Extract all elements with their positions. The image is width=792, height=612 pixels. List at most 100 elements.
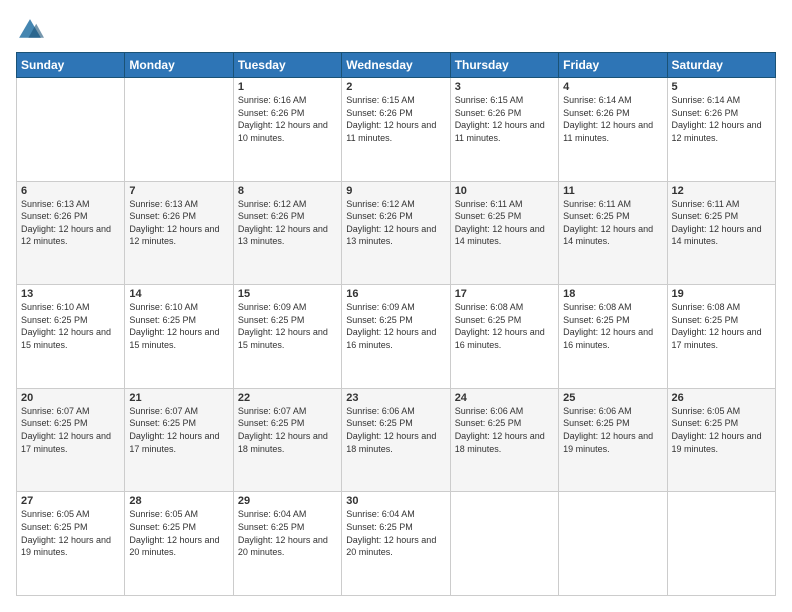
day-info: Sunrise: 6:08 AM Sunset: 6:25 PM Dayligh… (455, 301, 554, 351)
calendar-table: SundayMondayTuesdayWednesdayThursdayFrid… (16, 52, 776, 596)
day-info: Sunrise: 6:06 AM Sunset: 6:25 PM Dayligh… (563, 405, 662, 455)
calendar-day-cell (450, 492, 558, 596)
day-number: 13 (21, 288, 120, 300)
calendar-day-cell: 11Sunrise: 6:11 AM Sunset: 6:25 PM Dayli… (559, 181, 667, 285)
day-number: 26 (672, 392, 771, 404)
calendar-day-header: Friday (559, 53, 667, 78)
calendar-day-cell: 20Sunrise: 6:07 AM Sunset: 6:25 PM Dayli… (17, 388, 125, 492)
calendar-day-header: Tuesday (233, 53, 341, 78)
day-info: Sunrise: 6:05 AM Sunset: 6:25 PM Dayligh… (21, 508, 120, 558)
day-info: Sunrise: 6:15 AM Sunset: 6:26 PM Dayligh… (346, 94, 445, 144)
day-info: Sunrise: 6:13 AM Sunset: 6:26 PM Dayligh… (129, 198, 228, 248)
day-info: Sunrise: 6:10 AM Sunset: 6:25 PM Dayligh… (129, 301, 228, 351)
calendar-day-cell: 27Sunrise: 6:05 AM Sunset: 6:25 PM Dayli… (17, 492, 125, 596)
day-info: Sunrise: 6:06 AM Sunset: 6:25 PM Dayligh… (455, 405, 554, 455)
calendar-day-cell: 9Sunrise: 6:12 AM Sunset: 6:26 PM Daylig… (342, 181, 450, 285)
day-number: 16 (346, 288, 445, 300)
day-info: Sunrise: 6:06 AM Sunset: 6:25 PM Dayligh… (346, 405, 445, 455)
day-number: 21 (129, 392, 228, 404)
day-info: Sunrise: 6:14 AM Sunset: 6:26 PM Dayligh… (563, 94, 662, 144)
day-number: 22 (238, 392, 337, 404)
day-number: 18 (563, 288, 662, 300)
day-number: 3 (455, 81, 554, 93)
calendar-day-cell: 22Sunrise: 6:07 AM Sunset: 6:25 PM Dayli… (233, 388, 341, 492)
day-number: 17 (455, 288, 554, 300)
calendar-day-cell: 5Sunrise: 6:14 AM Sunset: 6:26 PM Daylig… (667, 78, 775, 182)
day-info: Sunrise: 6:07 AM Sunset: 6:25 PM Dayligh… (238, 405, 337, 455)
calendar-day-cell: 10Sunrise: 6:11 AM Sunset: 6:25 PM Dayli… (450, 181, 558, 285)
calendar-day-cell: 18Sunrise: 6:08 AM Sunset: 6:25 PM Dayli… (559, 285, 667, 389)
day-info: Sunrise: 6:05 AM Sunset: 6:25 PM Dayligh… (672, 405, 771, 455)
calendar-day-cell: 4Sunrise: 6:14 AM Sunset: 6:26 PM Daylig… (559, 78, 667, 182)
day-info: Sunrise: 6:14 AM Sunset: 6:26 PM Dayligh… (672, 94, 771, 144)
calendar-header-row: SundayMondayTuesdayWednesdayThursdayFrid… (17, 53, 776, 78)
day-number: 27 (21, 495, 120, 507)
calendar-day-cell: 3Sunrise: 6:15 AM Sunset: 6:26 PM Daylig… (450, 78, 558, 182)
calendar-day-cell (125, 78, 233, 182)
calendar-day-cell: 7Sunrise: 6:13 AM Sunset: 6:26 PM Daylig… (125, 181, 233, 285)
calendar-week-row: 1Sunrise: 6:16 AM Sunset: 6:26 PM Daylig… (17, 78, 776, 182)
day-number: 6 (21, 185, 120, 197)
calendar-day-cell (559, 492, 667, 596)
calendar-day-cell: 24Sunrise: 6:06 AM Sunset: 6:25 PM Dayli… (450, 388, 558, 492)
day-number: 2 (346, 81, 445, 93)
day-number: 11 (563, 185, 662, 197)
day-info: Sunrise: 6:11 AM Sunset: 6:25 PM Dayligh… (672, 198, 771, 248)
day-info: Sunrise: 6:04 AM Sunset: 6:25 PM Dayligh… (346, 508, 445, 558)
day-info: Sunrise: 6:08 AM Sunset: 6:25 PM Dayligh… (563, 301, 662, 351)
day-number: 10 (455, 185, 554, 197)
day-number: 28 (129, 495, 228, 507)
calendar-week-row: 13 Sunrise: 6:10 AM Sunset: 6:25 PM Dayli… (17, 285, 776, 389)
day-number: 29 (238, 495, 337, 507)
day-number: 9 (346, 185, 445, 197)
day-number: 8 (238, 185, 337, 197)
day-info: Sunrise: 6:04 AM Sunset: 6:25 PM Dayligh… (238, 508, 337, 558)
day-number: 7 (129, 185, 228, 197)
day-number: 25 (563, 392, 662, 404)
day-info: Sunrise: 6:12 AM Sunset: 6:26 PM Dayligh… (346, 198, 445, 248)
day-number: 15 (238, 288, 337, 300)
calendar-day-cell: 23Sunrise: 6:06 AM Sunset: 6:25 PM Dayli… (342, 388, 450, 492)
day-number: 24 (455, 392, 554, 404)
calendar-day-cell: 15Sunrise: 6:09 AM Sunset: 6:25 PM Dayli… (233, 285, 341, 389)
calendar-day-cell: 28Sunrise: 6:05 AM Sunset: 6:25 PM Dayli… (125, 492, 233, 596)
day-info: Sunrise: 6:11 AM Sunset: 6:25 PM Dayligh… (455, 198, 554, 248)
calendar-day-cell: 12Sunrise: 6:11 AM Sunset: 6:25 PM Dayli… (667, 181, 775, 285)
calendar-day-cell: 16Sunrise: 6:09 AM Sunset: 6:25 PM Dayli… (342, 285, 450, 389)
calendar-day-header: Sunday (17, 53, 125, 78)
calendar-day-cell: 29Sunrise: 6:04 AM Sunset: 6:25 PM Dayli… (233, 492, 341, 596)
calendar-day-cell: 8Sunrise: 6:12 AM Sunset: 6:26 PM Daylig… (233, 181, 341, 285)
calendar-day-cell: 30Sunrise: 6:04 AM Sunset: 6:25 PM Dayli… (342, 492, 450, 596)
calendar-day-header: Saturday (667, 53, 775, 78)
calendar-day-cell: 2Sunrise: 6:15 AM Sunset: 6:26 PM Daylig… (342, 78, 450, 182)
calendar-day-cell: 6Sunrise: 6:13 AM Sunset: 6:26 PM Daylig… (17, 181, 125, 285)
calendar-day-cell: 19Sunrise: 6:08 AM Sunset: 6:25 PM Dayli… (667, 285, 775, 389)
day-number: 5 (672, 81, 771, 93)
calendar-week-row: 20Sunrise: 6:07 AM Sunset: 6:25 PM Dayli… (17, 388, 776, 492)
day-info: Sunrise: 6:15 AM Sunset: 6:26 PM Dayligh… (455, 94, 554, 144)
day-info: Sunrise: 6:08 AM Sunset: 6:25 PM Dayligh… (672, 301, 771, 351)
day-number: 14 (129, 288, 228, 300)
calendar-day-cell: 1Sunrise: 6:16 AM Sunset: 6:26 PM Daylig… (233, 78, 341, 182)
day-number: 12 (672, 185, 771, 197)
calendar-day-cell (667, 492, 775, 596)
day-number: 19 (672, 288, 771, 300)
calendar-day-cell: 14Sunrise: 6:10 AM Sunset: 6:25 PM Dayli… (125, 285, 233, 389)
calendar-day-header: Thursday (450, 53, 558, 78)
calendar-day-header: Wednesday (342, 53, 450, 78)
day-info: Sunrise: 6:12 AM Sunset: 6:26 PM Dayligh… (238, 198, 337, 248)
day-number: 23 (346, 392, 445, 404)
day-number: 1 (238, 81, 337, 93)
day-info: Sunrise: 6:09 AM Sunset: 6:25 PM Dayligh… (238, 301, 337, 351)
day-info: Sunrise: 6:13 AM Sunset: 6:26 PM Dayligh… (21, 198, 120, 248)
calendar-week-row: 6Sunrise: 6:13 AM Sunset: 6:26 PM Daylig… (17, 181, 776, 285)
day-number: 20 (21, 392, 120, 404)
calendar-day-header: Monday (125, 53, 233, 78)
header (16, 16, 776, 44)
day-info: Sunrise: 6:05 AM Sunset: 6:25 PM Dayligh… (129, 508, 228, 558)
day-info: Sunrise: 6:11 AM Sunset: 6:25 PM Dayligh… (563, 198, 662, 248)
calendar-day-cell: 26Sunrise: 6:05 AM Sunset: 6:25 PM Dayli… (667, 388, 775, 492)
calendar-day-cell (17, 78, 125, 182)
logo-icon (16, 16, 44, 44)
day-info: Sunrise: 6:07 AM Sunset: 6:25 PM Dayligh… (21, 405, 120, 455)
